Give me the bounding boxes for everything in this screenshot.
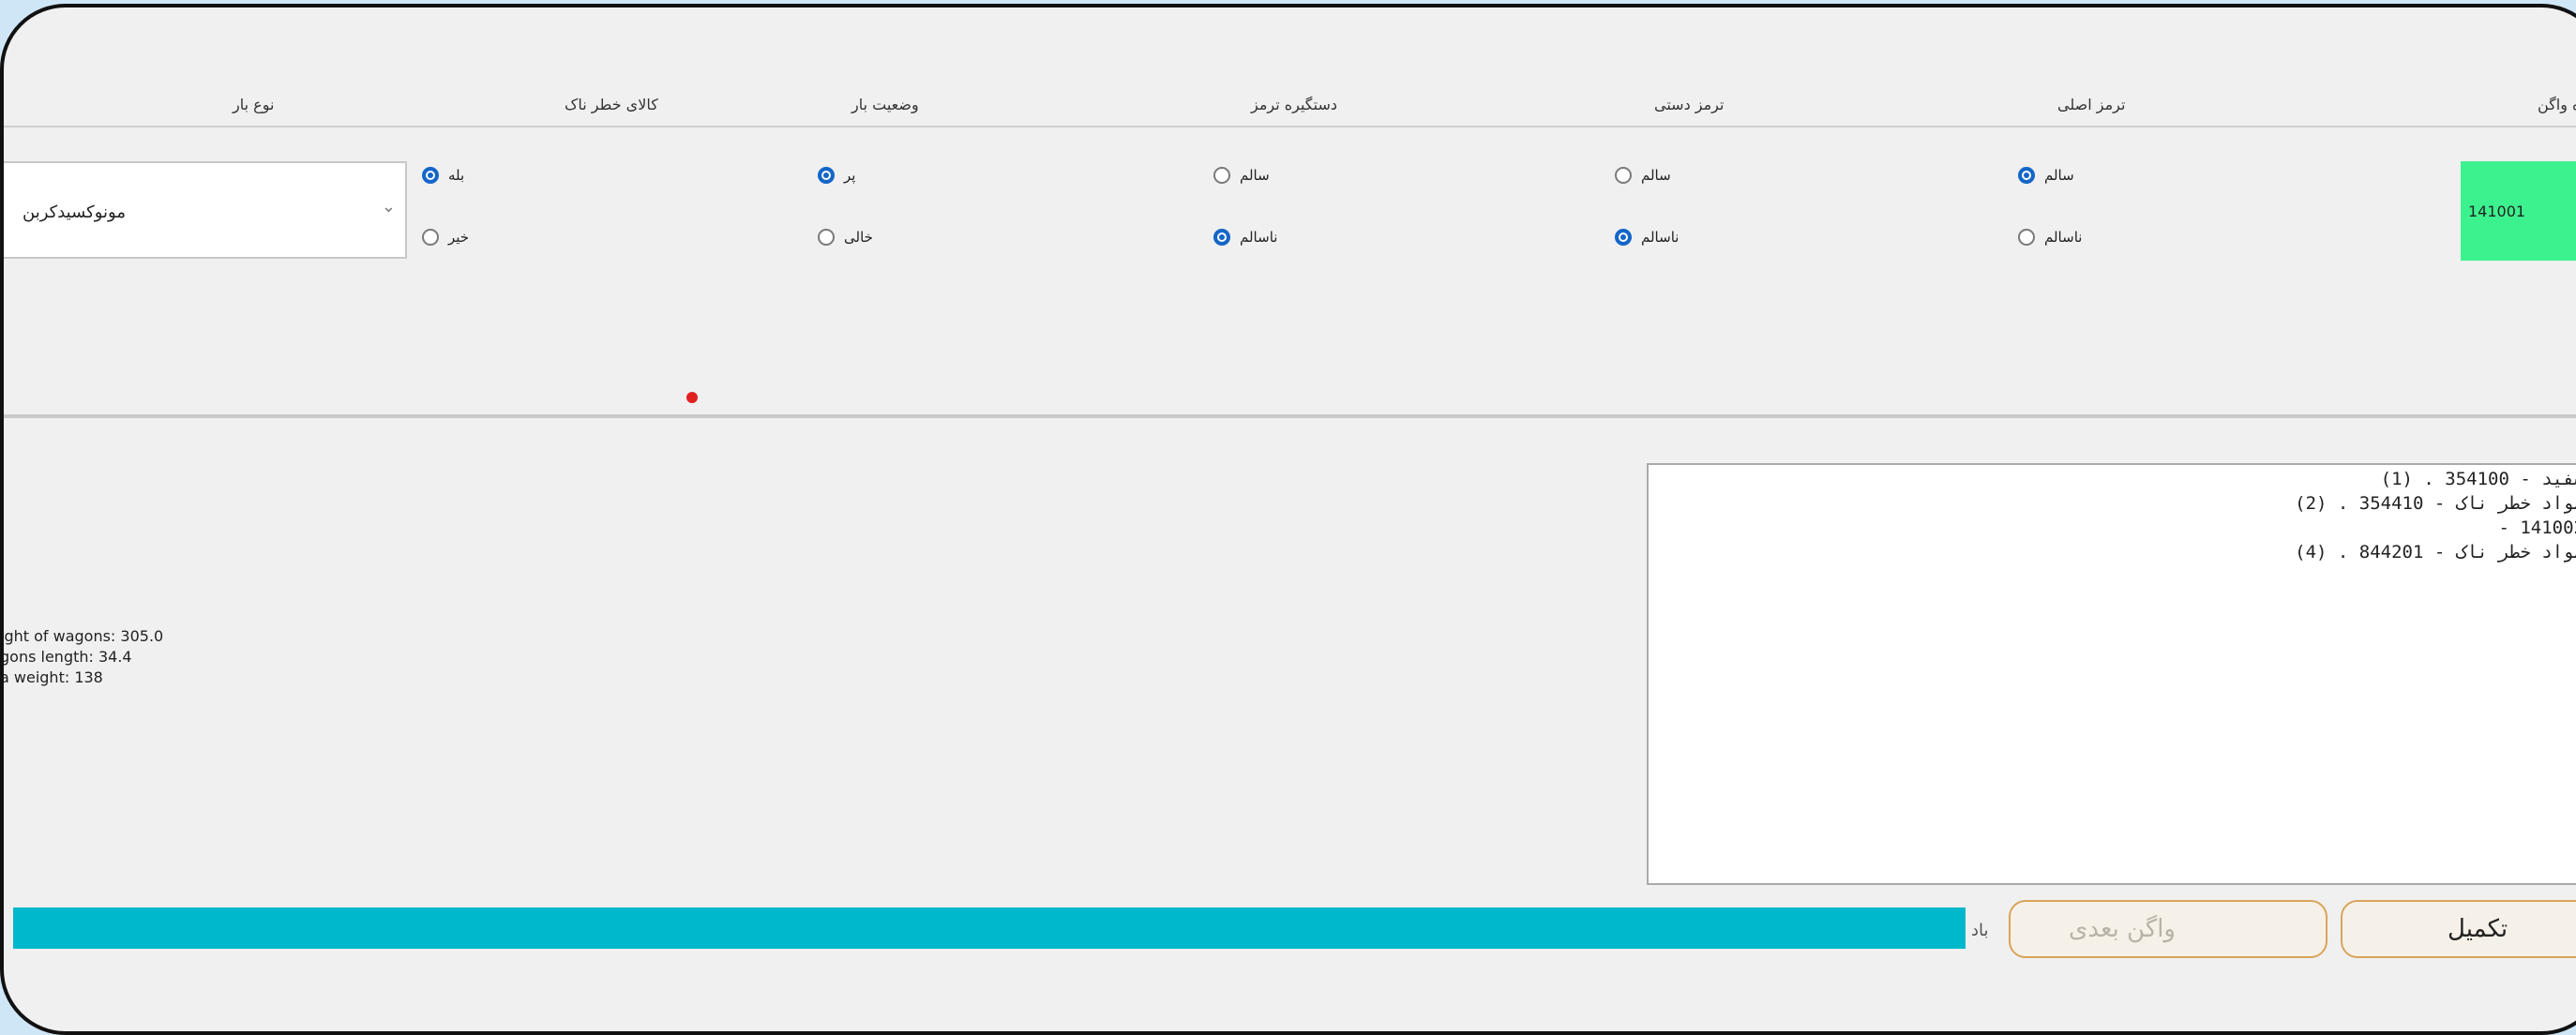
- load-status-empty-label: خالی: [844, 229, 873, 246]
- load-type-select[interactable]: مونوکسیدکربن ⌄: [4, 161, 407, 259]
- complete-label: تکمیل: [2448, 915, 2508, 943]
- brake-device-ok-label: سالم: [1240, 167, 1270, 184]
- textbox-line: (2) . 354410 - مواد خطر ناک: [2295, 493, 2576, 514]
- section-divider: [4, 414, 2576, 418]
- brake-device-faulty-label: ناسالم: [1240, 229, 1278, 246]
- brake-device-faulty-radio[interactable]: [1213, 229, 1230, 246]
- app-window: شماره واگن ترمز اصلی ترمز دستی دستگیره ت…: [0, 4, 2576, 1035]
- load-status-empty-radio[interactable]: [818, 229, 835, 246]
- hand-brake-faulty-label: ناسالم: [1641, 229, 1680, 246]
- progress-fill: [13, 908, 1966, 949]
- stat-weight: ight of wagons: 305.0: [0, 627, 164, 645]
- progress-side-label: باد: [1971, 921, 1989, 940]
- hand-brake-ok-label: سالم: [1641, 167, 1671, 184]
- dangerous-goods-yes-radio[interactable]: [422, 167, 439, 184]
- wagon-stats: ight of wagons: 305.0 gons length: 34.4 …: [0, 626, 164, 688]
- header-load-type: نوع بار: [233, 96, 275, 113]
- main-brake-ok-label: سالم: [2044, 167, 2074, 184]
- main-brake-faulty-radio[interactable]: [2018, 229, 2035, 246]
- stat-length: gons length: 34.4: [0, 648, 132, 666]
- header-hand-brake: ترمز دستی: [1654, 96, 1725, 113]
- wagon-number-field[interactable]: 141001: [2461, 161, 2576, 261]
- hand-brake-ok-radio[interactable]: [1615, 167, 1632, 184]
- header-brake-device: دستگیره ترمز: [1251, 96, 1337, 113]
- complete-button[interactable]: تکمیل: [2341, 900, 2576, 958]
- load-status-full-label: پر: [844, 167, 856, 184]
- textbox-line: - 141002: [2498, 518, 2576, 538]
- stat-tare-weight: a weight: 138: [0, 668, 103, 686]
- load-type-value: مونوکسیدکربن: [23, 202, 126, 222]
- header-wagon-number: شماره واگن: [2538, 96, 2576, 113]
- hand-brake-faulty-radio[interactable]: [1615, 229, 1632, 246]
- header-main-brake: ترمز اصلی: [2057, 96, 2126, 113]
- header-dangerous-goods: کالای خطر ناک: [565, 96, 658, 113]
- dangerous-goods-no-label: خیر: [448, 229, 470, 246]
- load-status-full-radio[interactable]: [818, 167, 835, 184]
- next-wagon-button[interactable]: واگن بعدی: [2009, 900, 2327, 958]
- brake-device-ok-radio[interactable]: [1213, 167, 1230, 184]
- header-load-status: وضعیت بار: [851, 96, 919, 113]
- dangerous-goods-yes-label: بله: [448, 167, 465, 184]
- textbox-line: (4) . 844201 - مواد خطر ناک: [2295, 542, 2576, 562]
- wagon-number-value: 141001: [2468, 202, 2526, 220]
- textbox-line: (1) . 354100 - سفید: [2380, 469, 2576, 489]
- header-divider: [4, 126, 2576, 128]
- main-brake-faulty-label: ناسالم: [2044, 229, 2083, 246]
- next-wagon-label: واگن بعدی: [2069, 915, 2176, 943]
- main-brake-ok-radio[interactable]: [2018, 167, 2035, 184]
- status-indicator-dot: [686, 392, 698, 403]
- dangerous-goods-no-radio[interactable]: [422, 229, 439, 246]
- progress-bar: [13, 908, 1966, 949]
- wagon-list-textarea[interactable]: (1) . 354100 - سفید (2) . 354410 - مواد …: [1647, 463, 2576, 885]
- chevron-down-icon[interactable]: ⌄: [382, 197, 396, 217]
